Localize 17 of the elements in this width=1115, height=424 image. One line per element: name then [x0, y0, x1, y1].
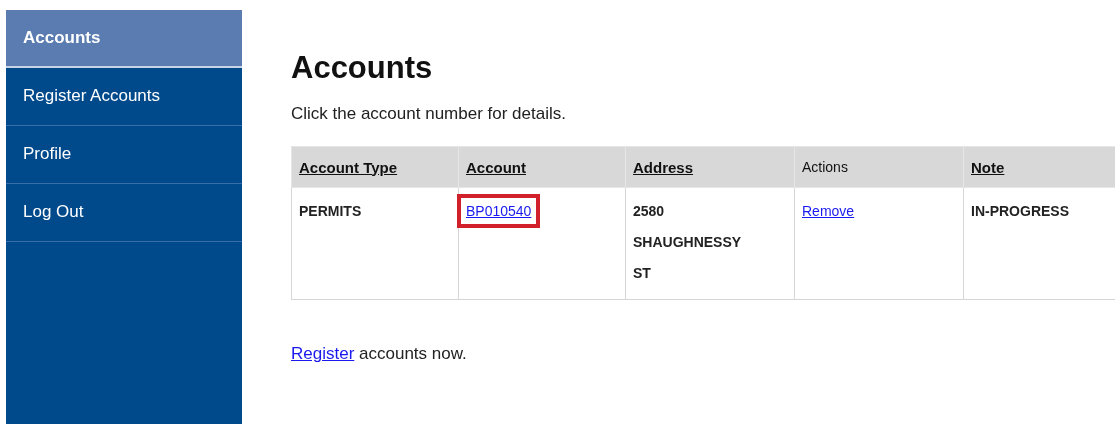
register-link[interactable]: Register [291, 344, 355, 363]
column-header[interactable]: Note [963, 146, 1115, 188]
sidebar-item[interactable]: Profile [6, 126, 242, 184]
footer-text: accounts now. [359, 344, 467, 363]
remove-link[interactable]: Remove [802, 203, 855, 219]
sidebar-item[interactable]: Log Out [6, 184, 242, 242]
column-header[interactable]: Address [625, 146, 795, 188]
table-cell: 2580 SHAUGHNESSY ST [625, 187, 795, 300]
column-header: Actions [794, 146, 964, 188]
column-header[interactable]: Account Type [291, 146, 459, 188]
table-cell: PERMITS [291, 187, 459, 300]
account-link[interactable]: BP010540 [466, 203, 532, 219]
sidebar-item[interactable]: Accounts [6, 10, 242, 68]
page-title: Accounts [291, 50, 434, 86]
instruction-text: Click the account number for details. [291, 104, 567, 124]
column-header[interactable]: Account [458, 146, 626, 188]
sidebar-item[interactable]: Register Accounts [6, 68, 242, 126]
